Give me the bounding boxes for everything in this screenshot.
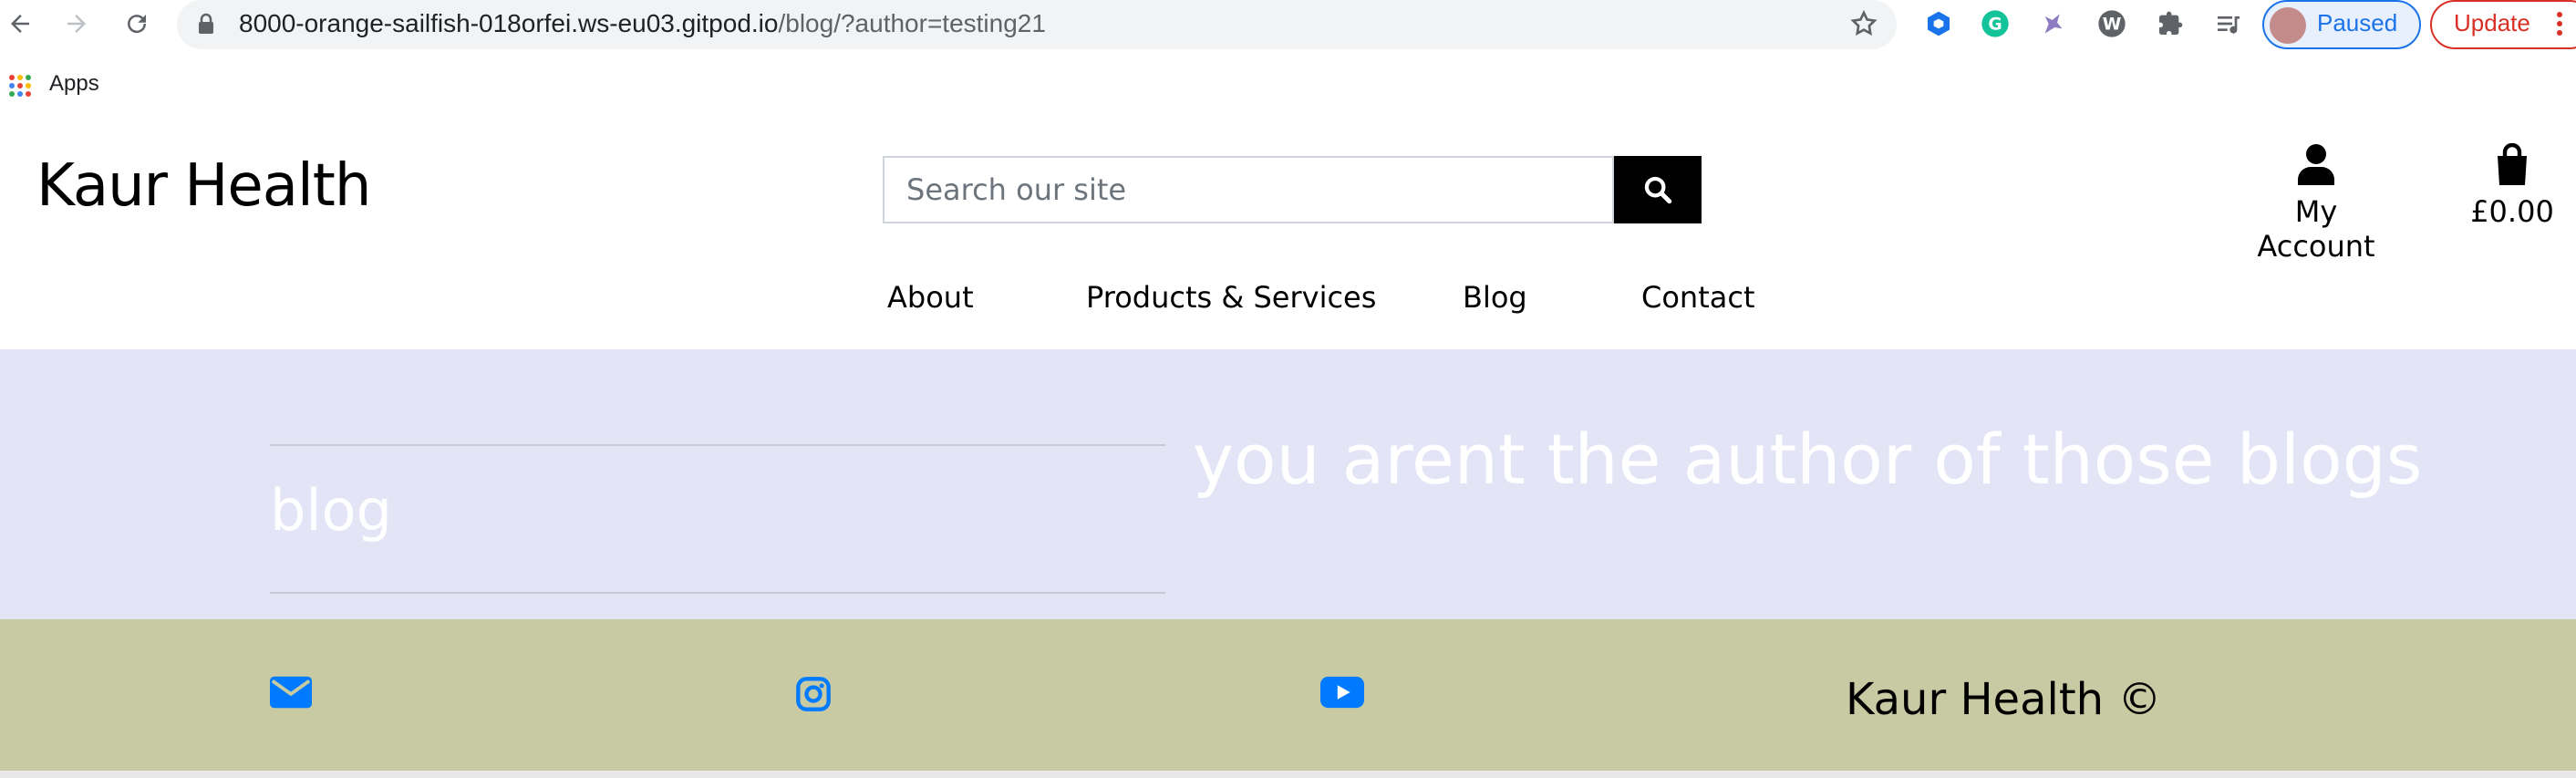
kebab-menu-icon[interactable] (2546, 7, 2573, 40)
reload-icon[interactable] (120, 7, 153, 40)
my-account-label: My Account (2257, 194, 2375, 264)
url-path: /blog/?author=testing21 (778, 9, 1046, 37)
main-content: blog you arent the author of those blogs (0, 349, 2576, 619)
nav-blog[interactable]: Blog (1463, 280, 1527, 315)
nav-about[interactable]: About (887, 280, 974, 315)
profile-label: Paused (2317, 9, 2398, 36)
search-form (883, 156, 1702, 223)
puzzle-icon[interactable] (2154, 7, 2187, 40)
user-icon (2298, 144, 2334, 185)
blog-heading-box: blog (270, 444, 1165, 594)
author-message: you arent the author of those blogs (1193, 419, 2423, 500)
grammarly-icon[interactable]: G (1979, 7, 2012, 40)
footer-copyright: Kaur Health © (1846, 674, 2162, 725)
site-brand[interactable]: Kaur Health (36, 152, 371, 220)
url-host: 8000-orange-sailfish-018orfei.ws-eu03.gi… (239, 9, 779, 37)
forward-arrow-icon[interactable] (60, 7, 93, 40)
star-icon[interactable] (1849, 9, 1878, 42)
site-header: Kaur Health My Account £0.00 About Produ… (0, 116, 2576, 349)
reading-list-icon[interactable] (2212, 7, 2245, 40)
update-label: Update (2454, 9, 2530, 36)
svg-text:G: G (1988, 16, 2002, 35)
cart-link[interactable]: £0.00 (2462, 142, 2562, 229)
youtube-icon[interactable] (1320, 676, 1364, 712)
wordpress-icon[interactable]: W (2095, 7, 2128, 40)
extension-icon[interactable] (1922, 7, 1955, 40)
envelope-icon[interactable] (270, 676, 312, 712)
search-icon (1644, 176, 1672, 204)
unicorn-icon[interactable] (2037, 7, 2070, 40)
bottom-strip (0, 771, 2576, 778)
nav-products-services[interactable]: Products & Services (1086, 280, 1376, 315)
browser-chrome: 8000-orange-sailfish-018orfei.ws-eu03.gi… (0, 0, 2576, 118)
search-input[interactable] (883, 156, 1614, 223)
instagram-icon[interactable] (795, 676, 837, 712)
nav-contact[interactable]: Contact (1641, 280, 1755, 315)
search-button[interactable] (1614, 156, 1702, 223)
lock-icon[interactable] (197, 13, 215, 38)
apps-bookmark[interactable]: Apps (49, 71, 99, 97)
profile-paused-button[interactable]: Paused (2262, 0, 2421, 49)
back-arrow-icon[interactable] (4, 7, 36, 40)
apps-grid-icon[interactable] (9, 75, 31, 97)
site-footer: Kaur Health © (0, 619, 2576, 771)
shopping-bag-icon (2498, 142, 2527, 185)
svg-text:W: W (2103, 16, 2122, 35)
avatar (2270, 7, 2306, 44)
cart-total: £0.00 (2470, 194, 2554, 229)
page-title: blog (270, 477, 392, 544)
url-text[interactable]: 8000-orange-sailfish-018orfei.ws-eu03.gi… (239, 5, 1046, 42)
my-account-link[interactable]: My Account (2234, 143, 2398, 264)
